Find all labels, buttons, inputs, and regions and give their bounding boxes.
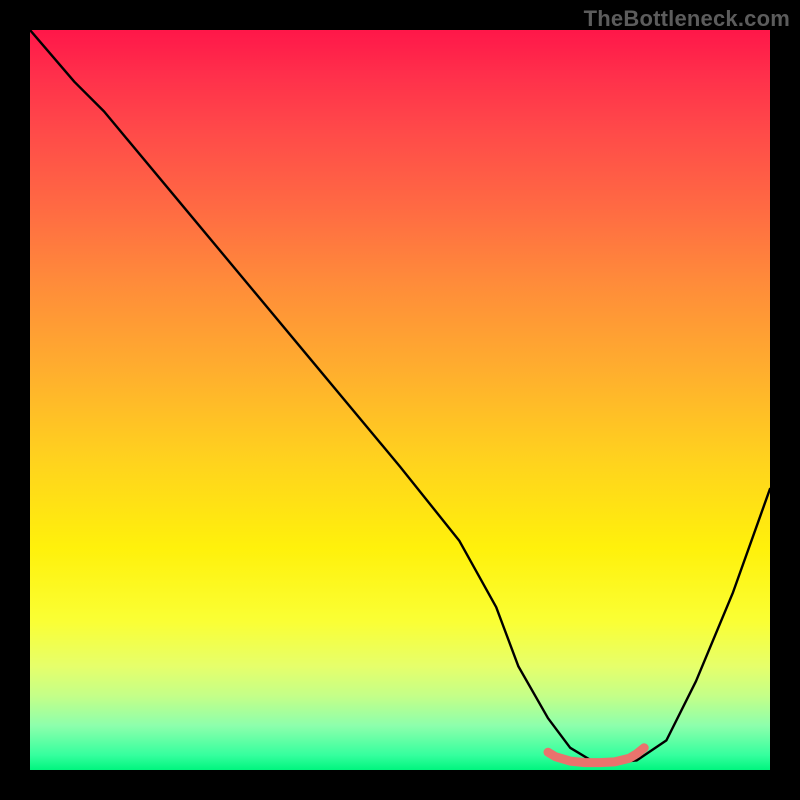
minimum-band-path bbox=[548, 748, 644, 763]
bottleneck-curve-path bbox=[30, 30, 770, 763]
plot-area bbox=[30, 30, 770, 770]
chart-svg bbox=[30, 30, 770, 770]
watermark-text: TheBottleneck.com bbox=[584, 6, 790, 32]
